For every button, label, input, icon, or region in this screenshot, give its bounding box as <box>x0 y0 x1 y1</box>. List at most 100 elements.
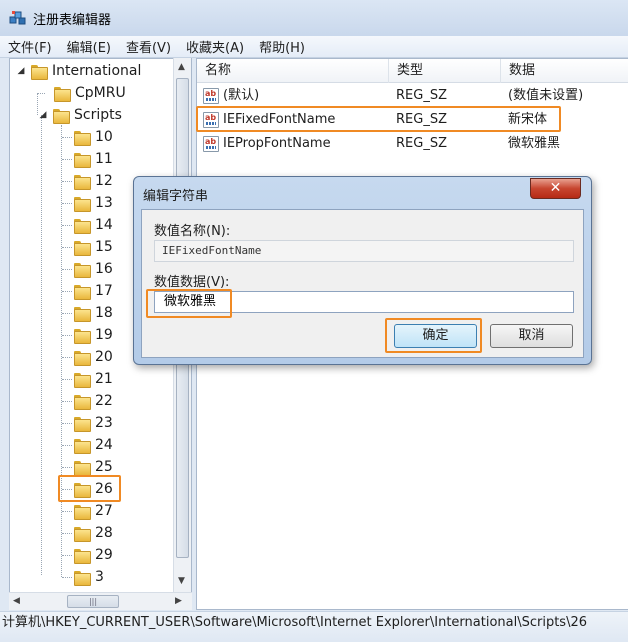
menu-edit[interactable]: 编辑(E) <box>67 37 111 56</box>
ok-button[interactable]: 确定 <box>394 324 477 348</box>
tree-node-label: 27 <box>95 503 113 519</box>
tree-node-label: 29 <box>95 547 113 563</box>
collapse-arrow-icon[interactable]: ◢ <box>16 66 26 76</box>
menu-view[interactable]: 查看(V) <box>126 37 171 56</box>
collapse-arrow-icon[interactable]: ◢ <box>38 110 48 120</box>
folder-icon <box>74 350 91 366</box>
tree-node-script-27[interactable]: 27 <box>62 500 113 522</box>
column-header-data[interactable]: 数据 <box>501 59 628 83</box>
folder-icon <box>74 482 91 498</box>
regedit-icon <box>9 11 26 25</box>
tree-node-script-22[interactable]: 22 <box>62 390 113 412</box>
string-value-icon: ab <box>203 112 219 128</box>
tree-node-script-21[interactable]: 21 <box>62 368 113 390</box>
scrollbar-thumb[interactable]: ||| <box>67 595 119 608</box>
tree-node-label: 3 <box>95 569 104 585</box>
column-header-type[interactable]: 类型 <box>389 59 501 83</box>
folder-icon <box>74 262 91 278</box>
tree-node-script-15[interactable]: 15 <box>62 236 113 258</box>
tree-node-script-24[interactable]: 24 <box>62 434 113 456</box>
tree-node-script-12[interactable]: 12 <box>62 170 113 192</box>
value-data: (数值未设置) <box>508 88 584 103</box>
folder-icon <box>74 152 91 168</box>
tree-node-label: 11 <box>95 151 113 167</box>
value-type: REG_SZ <box>396 112 447 127</box>
edit-string-dialog: 编辑字符串 ✕ 数值名称(N): IEFixedFontName 数值数据(V)… <box>133 176 592 365</box>
folder-icon <box>74 328 91 344</box>
tree-node-label: 14 <box>95 217 113 233</box>
tree-node-label: International <box>52 63 142 79</box>
tree-node-label: 15 <box>95 239 113 255</box>
tree-node-label: 18 <box>95 305 113 321</box>
string-value-icon: ab <box>203 136 219 152</box>
folder-icon <box>74 438 91 454</box>
tree-node-international[interactable]: ◢ International <box>16 60 141 82</box>
column-header-name[interactable]: 名称 <box>197 59 389 83</box>
tree-horizontal-scrollbar[interactable]: ◀ ||| ▶ <box>9 592 192 610</box>
folder-icon <box>74 460 91 476</box>
dialog-body: 数值名称(N): IEFixedFontName 数值数据(V): 微软雅黑 确… <box>141 209 584 358</box>
tree-node-cpmru[interactable]: CpMRU <box>54 82 126 104</box>
scroll-left-icon[interactable]: ◀ <box>13 596 20 606</box>
menu-help[interactable]: 帮助(H) <box>259 37 305 56</box>
value-name: (默认) <box>223 88 260 103</box>
tree-node-scripts[interactable]: ◢ Scripts <box>38 104 122 126</box>
list-row[interactable]: ab IEPropFontName REG_SZ 微软雅黑 <box>197 132 628 156</box>
tree-node-script-29[interactable]: 29 <box>62 544 113 566</box>
list-row[interactable]: ab (默认) REG_SZ (数值未设置) <box>197 84 628 108</box>
tree-node-script-10[interactable]: 10 <box>62 126 113 148</box>
tree-node-script-26[interactable]: 26 <box>62 478 113 500</box>
tree-node-script-23[interactable]: 23 <box>62 412 113 434</box>
folder-icon <box>74 504 91 520</box>
folder-icon <box>74 394 91 410</box>
tree-node-script-19[interactable]: 19 <box>62 324 113 346</box>
folder-icon <box>31 64 48 80</box>
menu-favorites[interactable]: 收藏夹(A) <box>186 37 244 56</box>
dialog-title: 编辑字符串 <box>143 189 209 204</box>
value-data: 新宋体 <box>508 112 548 127</box>
close-button[interactable]: ✕ <box>530 178 581 199</box>
list-header: 名称 类型 数据 <box>197 59 628 83</box>
folder-icon <box>74 130 91 146</box>
folder-icon <box>74 570 91 586</box>
tree-node-label: 13 <box>95 195 113 211</box>
tree-node-label: 20 <box>95 349 113 365</box>
tree-node-label: 16 <box>95 261 113 277</box>
value-name: IEPropFontName <box>223 136 331 151</box>
tree-node-script-14[interactable]: 14 <box>62 214 113 236</box>
tree-node-script-28[interactable]: 28 <box>62 522 113 544</box>
scroll-right-icon[interactable]: ▶ <box>175 596 182 606</box>
menu-bar: 文件(F) 编辑(E) 查看(V) 收藏夹(A) 帮助(H) <box>0 36 628 58</box>
value-type: REG_SZ <box>396 136 447 151</box>
scroll-up-icon[interactable]: ▲ <box>178 62 185 72</box>
window-title: 注册表编辑器 <box>33 13 112 28</box>
tree-node-script-18[interactable]: 18 <box>62 302 113 324</box>
menu-file[interactable]: 文件(F) <box>8 37 52 56</box>
tree-node-script-11[interactable]: 11 <box>62 148 113 170</box>
folder-icon <box>74 196 91 212</box>
folder-icon <box>74 284 91 300</box>
tree-node-label: 28 <box>95 525 113 541</box>
tree-node-script-20[interactable]: 20 <box>62 346 113 368</box>
tree-node-label: 17 <box>95 283 113 299</box>
tree-node-script-13[interactable]: 13 <box>62 192 113 214</box>
tree-node-label: 25 <box>95 459 113 475</box>
value-data-label: 数值数据(V): <box>154 275 230 290</box>
tree-node-label: 22 <box>95 393 113 409</box>
value-data-input[interactable]: 微软雅黑 <box>154 291 574 313</box>
tree-node-label: 12 <box>95 173 113 189</box>
string-value-icon: ab <box>203 88 219 104</box>
tree-node-script-25[interactable]: 25 <box>62 456 113 478</box>
tree-node-label: 23 <box>95 415 113 431</box>
list-row[interactable]: ab IEFixedFontName REG_SZ 新宋体 <box>197 108 628 132</box>
tree-node-script-16[interactable]: 16 <box>62 258 113 280</box>
folder-icon <box>74 526 91 542</box>
cancel-button[interactable]: 取消 <box>490 324 573 348</box>
tree-node-script-3[interactable]: 3 <box>62 566 104 588</box>
title-bar: 注册表编辑器 <box>0 0 628 36</box>
tree-node-label: 19 <box>95 327 113 343</box>
value-name-field: IEFixedFontName <box>154 240 574 262</box>
tree-node-label: 24 <box>95 437 113 453</box>
tree-node-script-17[interactable]: 17 <box>62 280 113 302</box>
scroll-down-icon[interactable]: ▼ <box>178 576 185 586</box>
